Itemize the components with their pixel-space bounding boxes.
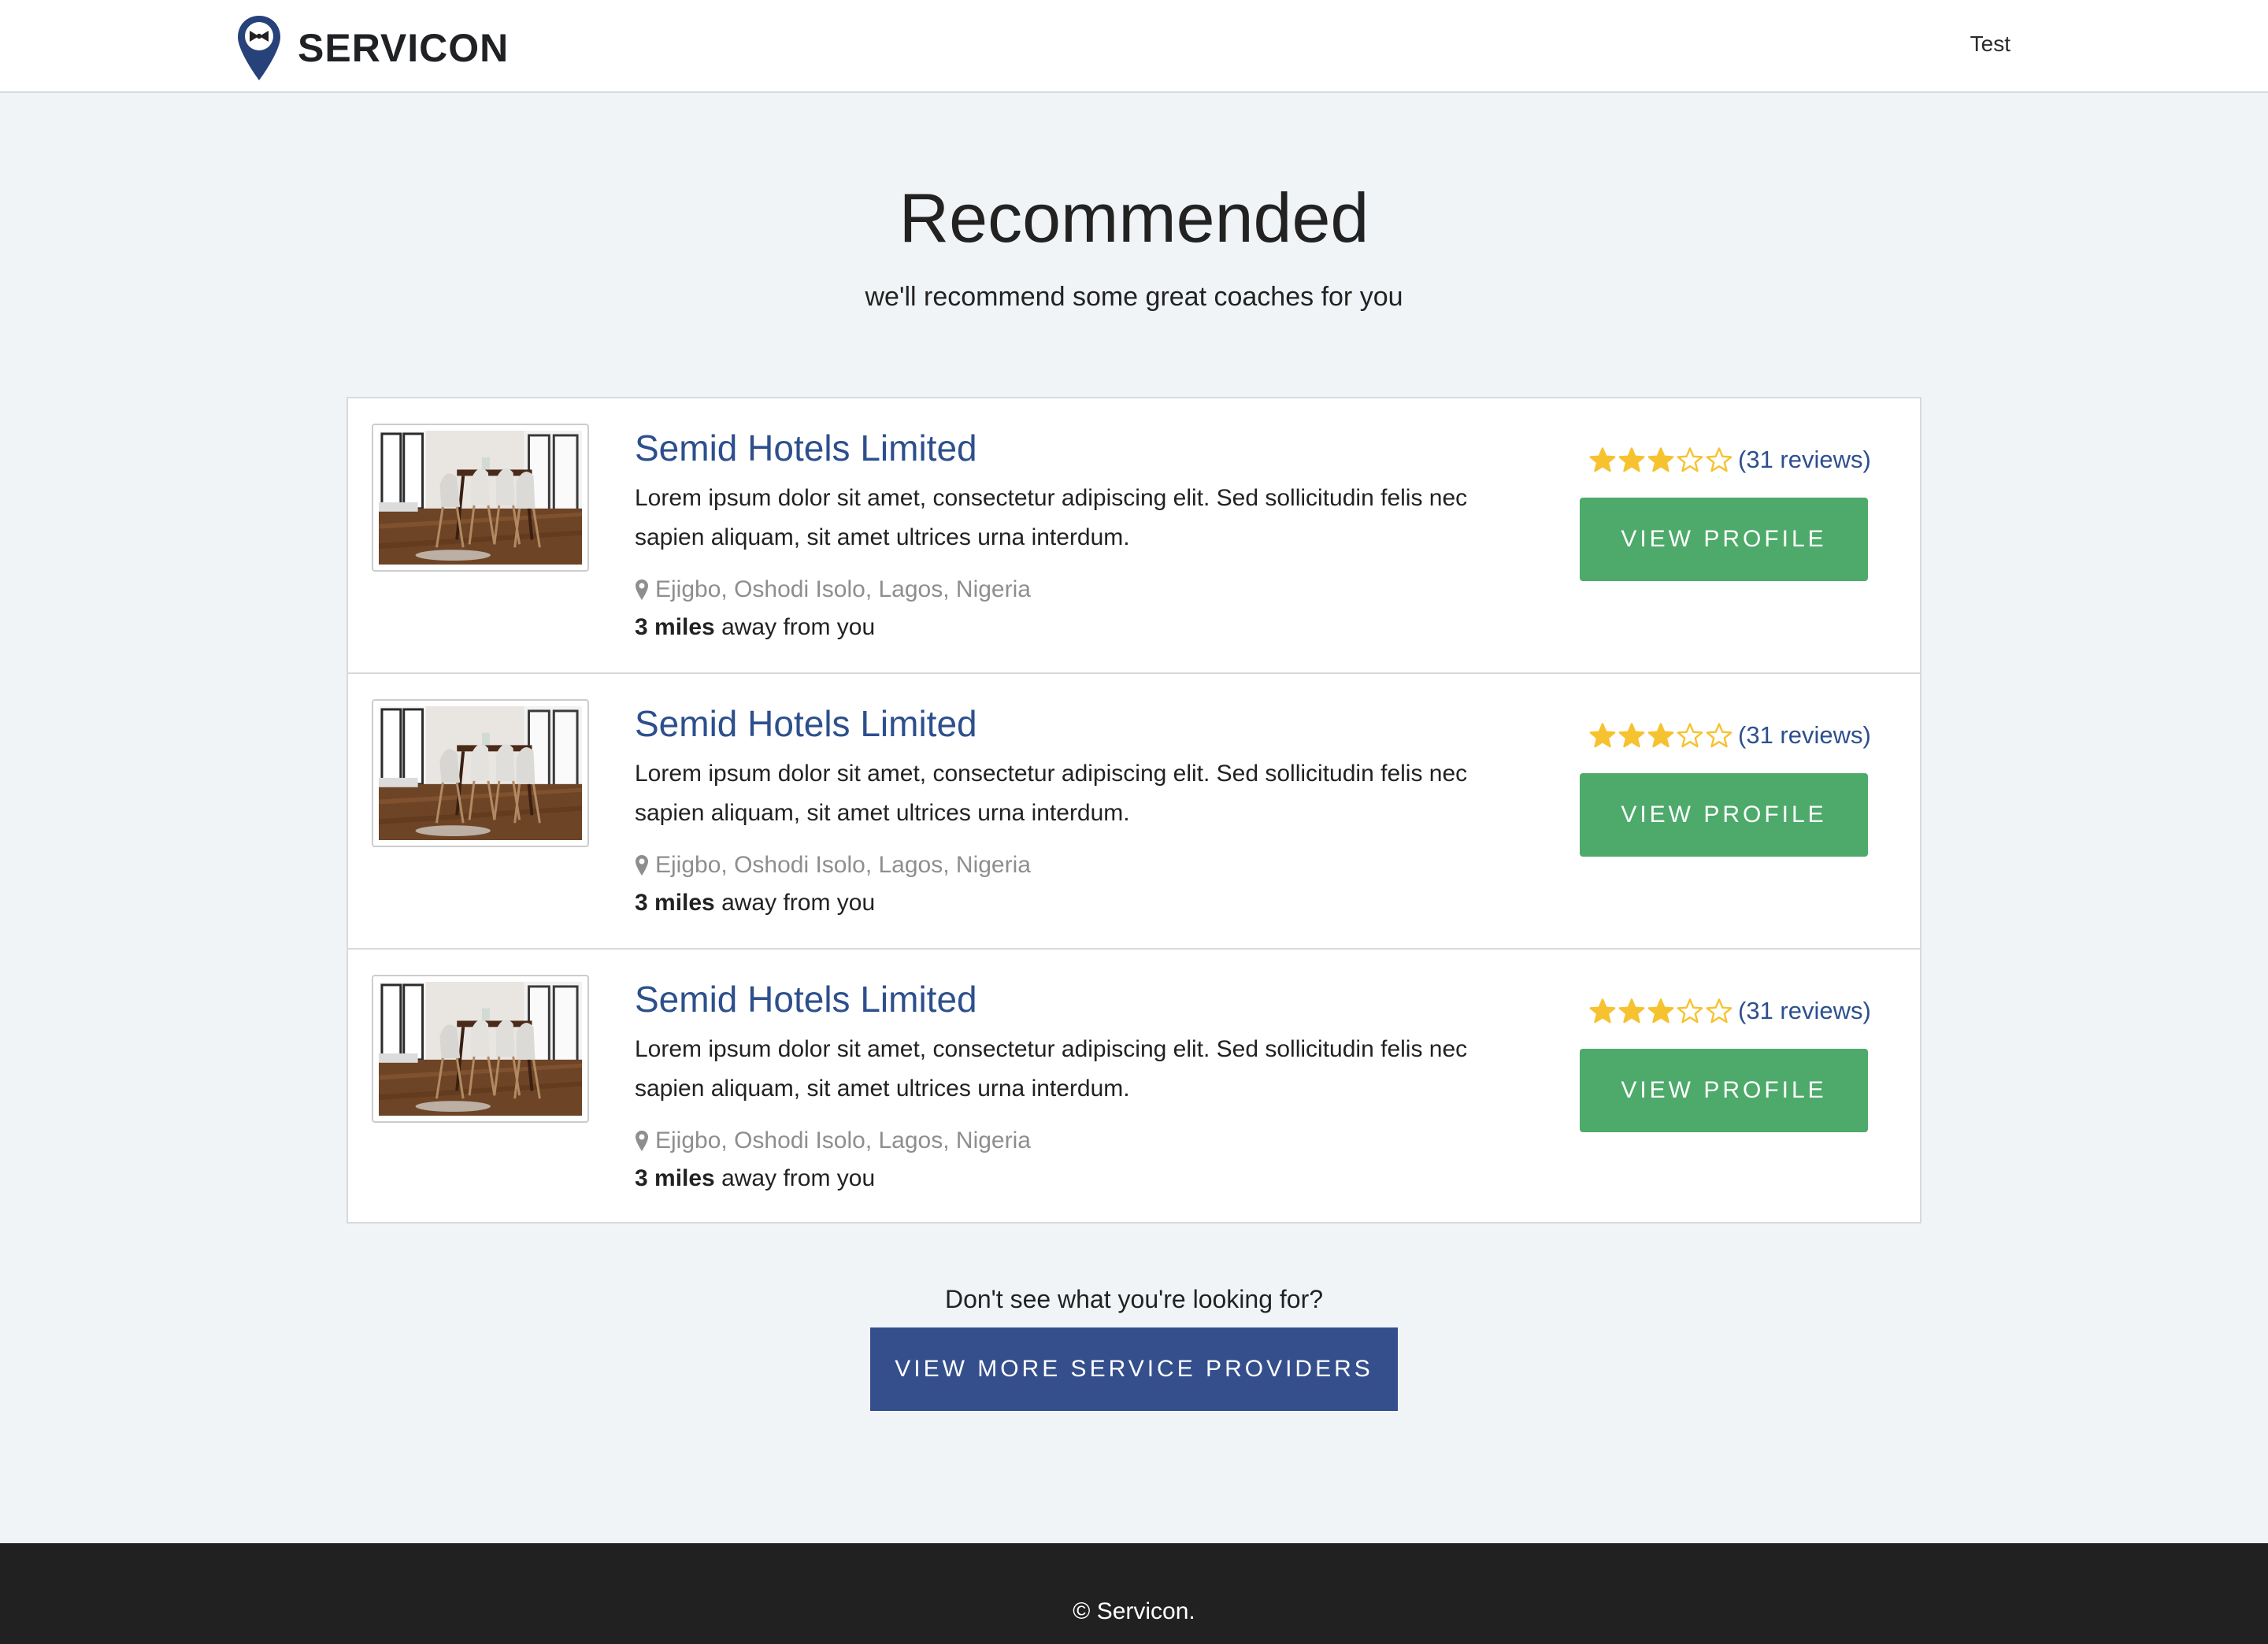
- user-menu-link[interactable]: Test: [1970, 31, 2010, 57]
- provider-card: Semid Hotels Limited Lorem ipsum dolor s…: [348, 672, 1920, 946]
- provider-location-text: Ejigbo, Oshodi Isolo, Lagos, Nigeria: [655, 852, 1031, 878]
- provider-distance-value: 3 miles: [635, 614, 715, 640]
- provider-distance-suffix: away from you: [714, 1165, 876, 1191]
- brand-logo[interactable]: SERVICON: [236, 14, 509, 82]
- star-filled-icon: [1618, 447, 1645, 472]
- star-filled-icon: [1647, 723, 1674, 748]
- view-profile-button[interactable]: VIEW PROFILE: [1580, 773, 1868, 857]
- room-photo-image: [379, 982, 582, 1116]
- provider-distance: 3 miles away from you: [635, 1165, 875, 1192]
- map-marker-icon: [636, 855, 648, 876]
- provider-name-link[interactable]: Semid Hotels Limited: [635, 978, 977, 1020]
- star-filled-icon: [1647, 998, 1674, 1024]
- page-footer: © Servicon.: [0, 1543, 2268, 1644]
- map-marker-icon: [636, 1131, 648, 1151]
- star-outline-icon: [1677, 723, 1703, 748]
- star-outline-icon: [1706, 447, 1732, 472]
- provider-location: Ejigbo, Oshodi Isolo, Lagos, Nigeria: [635, 576, 1031, 603]
- star-filled-icon: [1618, 998, 1645, 1024]
- view-profile-button[interactable]: VIEW PROFILE: [1580, 1049, 1868, 1132]
- provider-distance-value: 3 miles: [635, 1165, 715, 1191]
- cta-prompt: Don't see what you're looking for?: [944, 1285, 1324, 1313]
- provider-thumbnail[interactable]: [372, 424, 589, 572]
- star-filled-icon: [1647, 447, 1674, 472]
- provider-list: Semid Hotels Limited Lorem ipsum dolor s…: [346, 397, 1922, 1224]
- provider-distance-suffix: away from you: [714, 890, 876, 916]
- view-profile-button[interactable]: VIEW PROFILE: [1580, 498, 1868, 581]
- provider-thumbnail[interactable]: [372, 699, 589, 847]
- provider-location-text: Ejigbo, Oshodi Isolo, Lagos, Nigeria: [655, 1127, 1031, 1153]
- provider-rating: (31 reviews): [1589, 446, 1871, 474]
- star-filled-icon: [1589, 998, 1616, 1024]
- star-outline-icon: [1677, 998, 1703, 1024]
- map-pin-bowtie-icon: [238, 16, 280, 80]
- reviews-link[interactable]: (31 reviews): [1738, 446, 1871, 474]
- provider-distance-value: 3 miles: [635, 890, 715, 916]
- star-outline-icon: [1706, 723, 1732, 748]
- map-marker-icon: [636, 579, 648, 600]
- provider-distance-suffix: away from you: [714, 614, 876, 640]
- provider-location: Ejigbo, Oshodi Isolo, Lagos, Nigeria: [635, 1127, 1031, 1154]
- star-filled-icon: [1589, 447, 1616, 472]
- room-photo-image: [379, 706, 582, 840]
- provider-card: Semid Hotels Limited Lorem ipsum dolor s…: [348, 948, 1920, 1222]
- copyright-text: © Servicon.: [1073, 1598, 1195, 1624]
- star-outline-icon: [1677, 447, 1703, 472]
- provider-description: Lorem ipsum dolor sit amet, consectetur …: [635, 1036, 1468, 1102]
- provider-rating: (31 reviews): [1589, 721, 1871, 750]
- provider-rating: (31 reviews): [1589, 997, 1871, 1025]
- brand-name: SERVICON: [298, 26, 510, 70]
- reviews-link[interactable]: (31 reviews): [1738, 997, 1871, 1025]
- provider-distance: 3 miles away from you: [635, 890, 875, 916]
- provider-location-text: Ejigbo, Oshodi Isolo, Lagos, Nigeria: [655, 576, 1031, 602]
- provider-thumbnail[interactable]: [372, 975, 589, 1123]
- top-navbar: SERVICON Test: [0, 0, 2268, 93]
- provider-description: Lorem ipsum dolor sit amet, consectetur …: [635, 485, 1468, 550]
- page-subtitle: we'll recommend some great coaches for y…: [865, 282, 1403, 312]
- star-outline-icon: [1706, 998, 1732, 1024]
- star-filled-icon: [1618, 723, 1645, 748]
- provider-name-link[interactable]: Semid Hotels Limited: [635, 427, 977, 469]
- room-photo-image: [379, 431, 582, 565]
- provider-location: Ejigbo, Oshodi Isolo, Lagos, Nigeria: [635, 852, 1031, 879]
- view-more-providers-button[interactable]: VIEW MORE SERVICE PROVIDERS: [870, 1327, 1398, 1411]
- reviews-link[interactable]: (31 reviews): [1738, 721, 1871, 750]
- page-title: Recommended: [899, 179, 1369, 257]
- provider-distance: 3 miles away from you: [635, 614, 875, 641]
- provider-description: Lorem ipsum dolor sit amet, consectetur …: [635, 761, 1468, 826]
- provider-card: Semid Hotels Limited Lorem ipsum dolor s…: [348, 398, 1920, 672]
- star-filled-icon: [1589, 723, 1616, 748]
- provider-name-link[interactable]: Semid Hotels Limited: [635, 702, 977, 745]
